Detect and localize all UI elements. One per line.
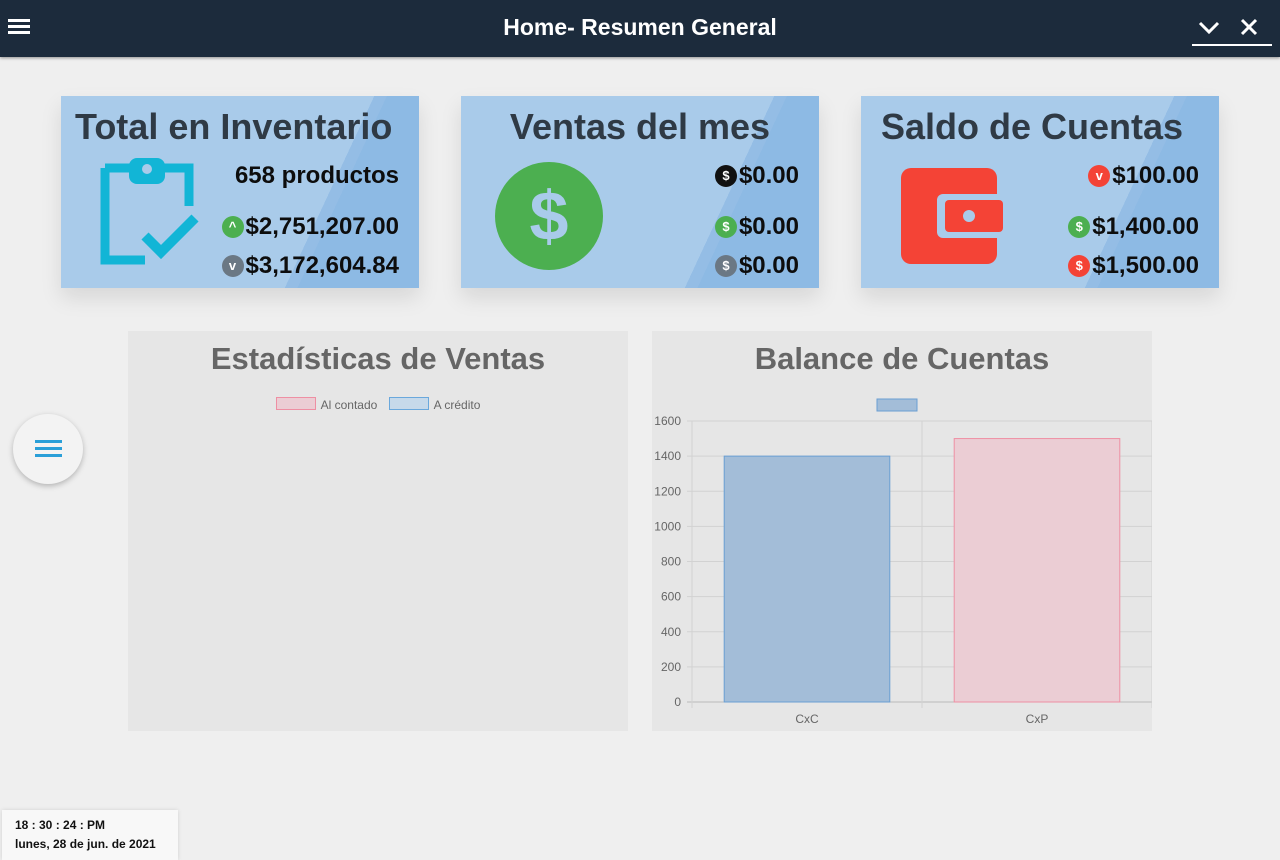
balance-value-2: $ $1,400.00 <box>1068 213 1199 241</box>
dollar-green-icon: $ <box>1068 216 1091 238</box>
x-tick-label: CxC <box>795 712 819 726</box>
wallet-icon <box>901 168 1003 269</box>
dollar-red-icon: $ <box>1068 255 1091 277</box>
balance-card-title: Saldo de Cuentas <box>881 106 1184 147</box>
chevron-down-red-icon: v <box>1088 165 1111 187</box>
sales-card[interactable]: Ventas del mes $ $ $0.00 $ $0.00 $ $0.00 <box>461 96 819 288</box>
y-tick-label: 0 <box>674 695 681 709</box>
inventory-card[interactable]: Total en Inventario 658 productos ^ $2,75… <box>61 96 419 288</box>
balance-value-1: v $100.00 <box>1088 162 1199 190</box>
sales-statistics-legend: Al contado A crédito <box>128 397 628 412</box>
close-icon[interactable] <box>1234 14 1264 42</box>
y-tick-label: 400 <box>661 625 681 639</box>
dollar-gray-icon: $ <box>714 255 737 277</box>
balance-value-3: $ $1,500.00 <box>1068 252 1199 280</box>
sales-value-1: $ $0.00 <box>714 162 799 190</box>
legend-item-al-contado[interactable]: Al contado <box>275 397 377 412</box>
fab-menu-icon <box>35 440 62 443</box>
y-tick-label: 800 <box>661 555 681 569</box>
clock-time: 18 : 30 : 24 : PM <box>15 818 106 832</box>
sales-statistics-title: Estadísticas de Ventas <box>210 341 546 376</box>
x-tick-label: CxP <box>1026 712 1049 726</box>
balance-chart-panel: Balance de Cuentas 0 200 400 600 800 1000 1200… <box>652 331 1152 731</box>
sales-value-2: $ $0.00 <box>714 213 799 241</box>
y-tick-label: 200 <box>661 660 681 674</box>
y-tick-label: 600 <box>661 590 681 604</box>
product-count: 658 productos <box>234 162 399 189</box>
chevron-up-icon: ^ <box>221 216 244 238</box>
inventory-value-down: v $3,172,604.84 <box>221 252 399 280</box>
y-tick-label: 1600 <box>654 414 681 428</box>
sales-value-3: $ $0.00 <box>714 252 799 280</box>
minimize-chevron-icon[interactable] <box>1194 14 1224 42</box>
y-tick-label: 1400 <box>654 449 681 463</box>
chevron-down-icon: v <box>221 255 244 277</box>
dollar-green-icon: $ <box>714 216 737 238</box>
dollar-circle-icon: $ <box>495 162 603 275</box>
clock-date: lunes, 28 de jun. de 2021 <box>15 837 156 851</box>
balance-legend-swatch[interactable] <box>876 398 918 412</box>
balance-card[interactable]: Saldo de Cuentas v $100.00 $ $1,400.00 $ $1… <box>861 96 1219 288</box>
svg-text:$: $ <box>530 177 569 255</box>
balance-bar-chart: 0 200 400 600 800 1000 1200 1400 1600 CxC CxP <box>654 398 1152 726</box>
bar-cxc <box>723 455 891 703</box>
clipboard-check-icon <box>99 156 199 271</box>
floating-menu-button[interactable] <box>13 414 83 484</box>
sales-statistics-panel: Estadísticas de Ventas Al contado A créd… <box>128 331 628 731</box>
y-tick-label: 1200 <box>654 484 681 498</box>
sales-card-title: Ventas del mes <box>509 106 771 147</box>
bar-cxp <box>953 438 1121 703</box>
inventory-card-title: Total en Inventario <box>75 106 393 147</box>
inventory-value-up: ^ $2,751,207.00 <box>221 213 399 241</box>
page-title: Home- Resumen General <box>503 14 777 40</box>
window-controls <box>1192 10 1272 46</box>
top-bar: Home- Resumen General <box>0 0 1280 57</box>
dollar-black-icon: $ <box>714 165 737 187</box>
clock-widget: 18 : 30 : 24 : PM lunes, 28 de jun. de 2… <box>2 810 178 860</box>
y-tick-label: 1000 <box>654 519 681 533</box>
legend-item-a-credito[interactable]: A crédito <box>388 397 480 412</box>
